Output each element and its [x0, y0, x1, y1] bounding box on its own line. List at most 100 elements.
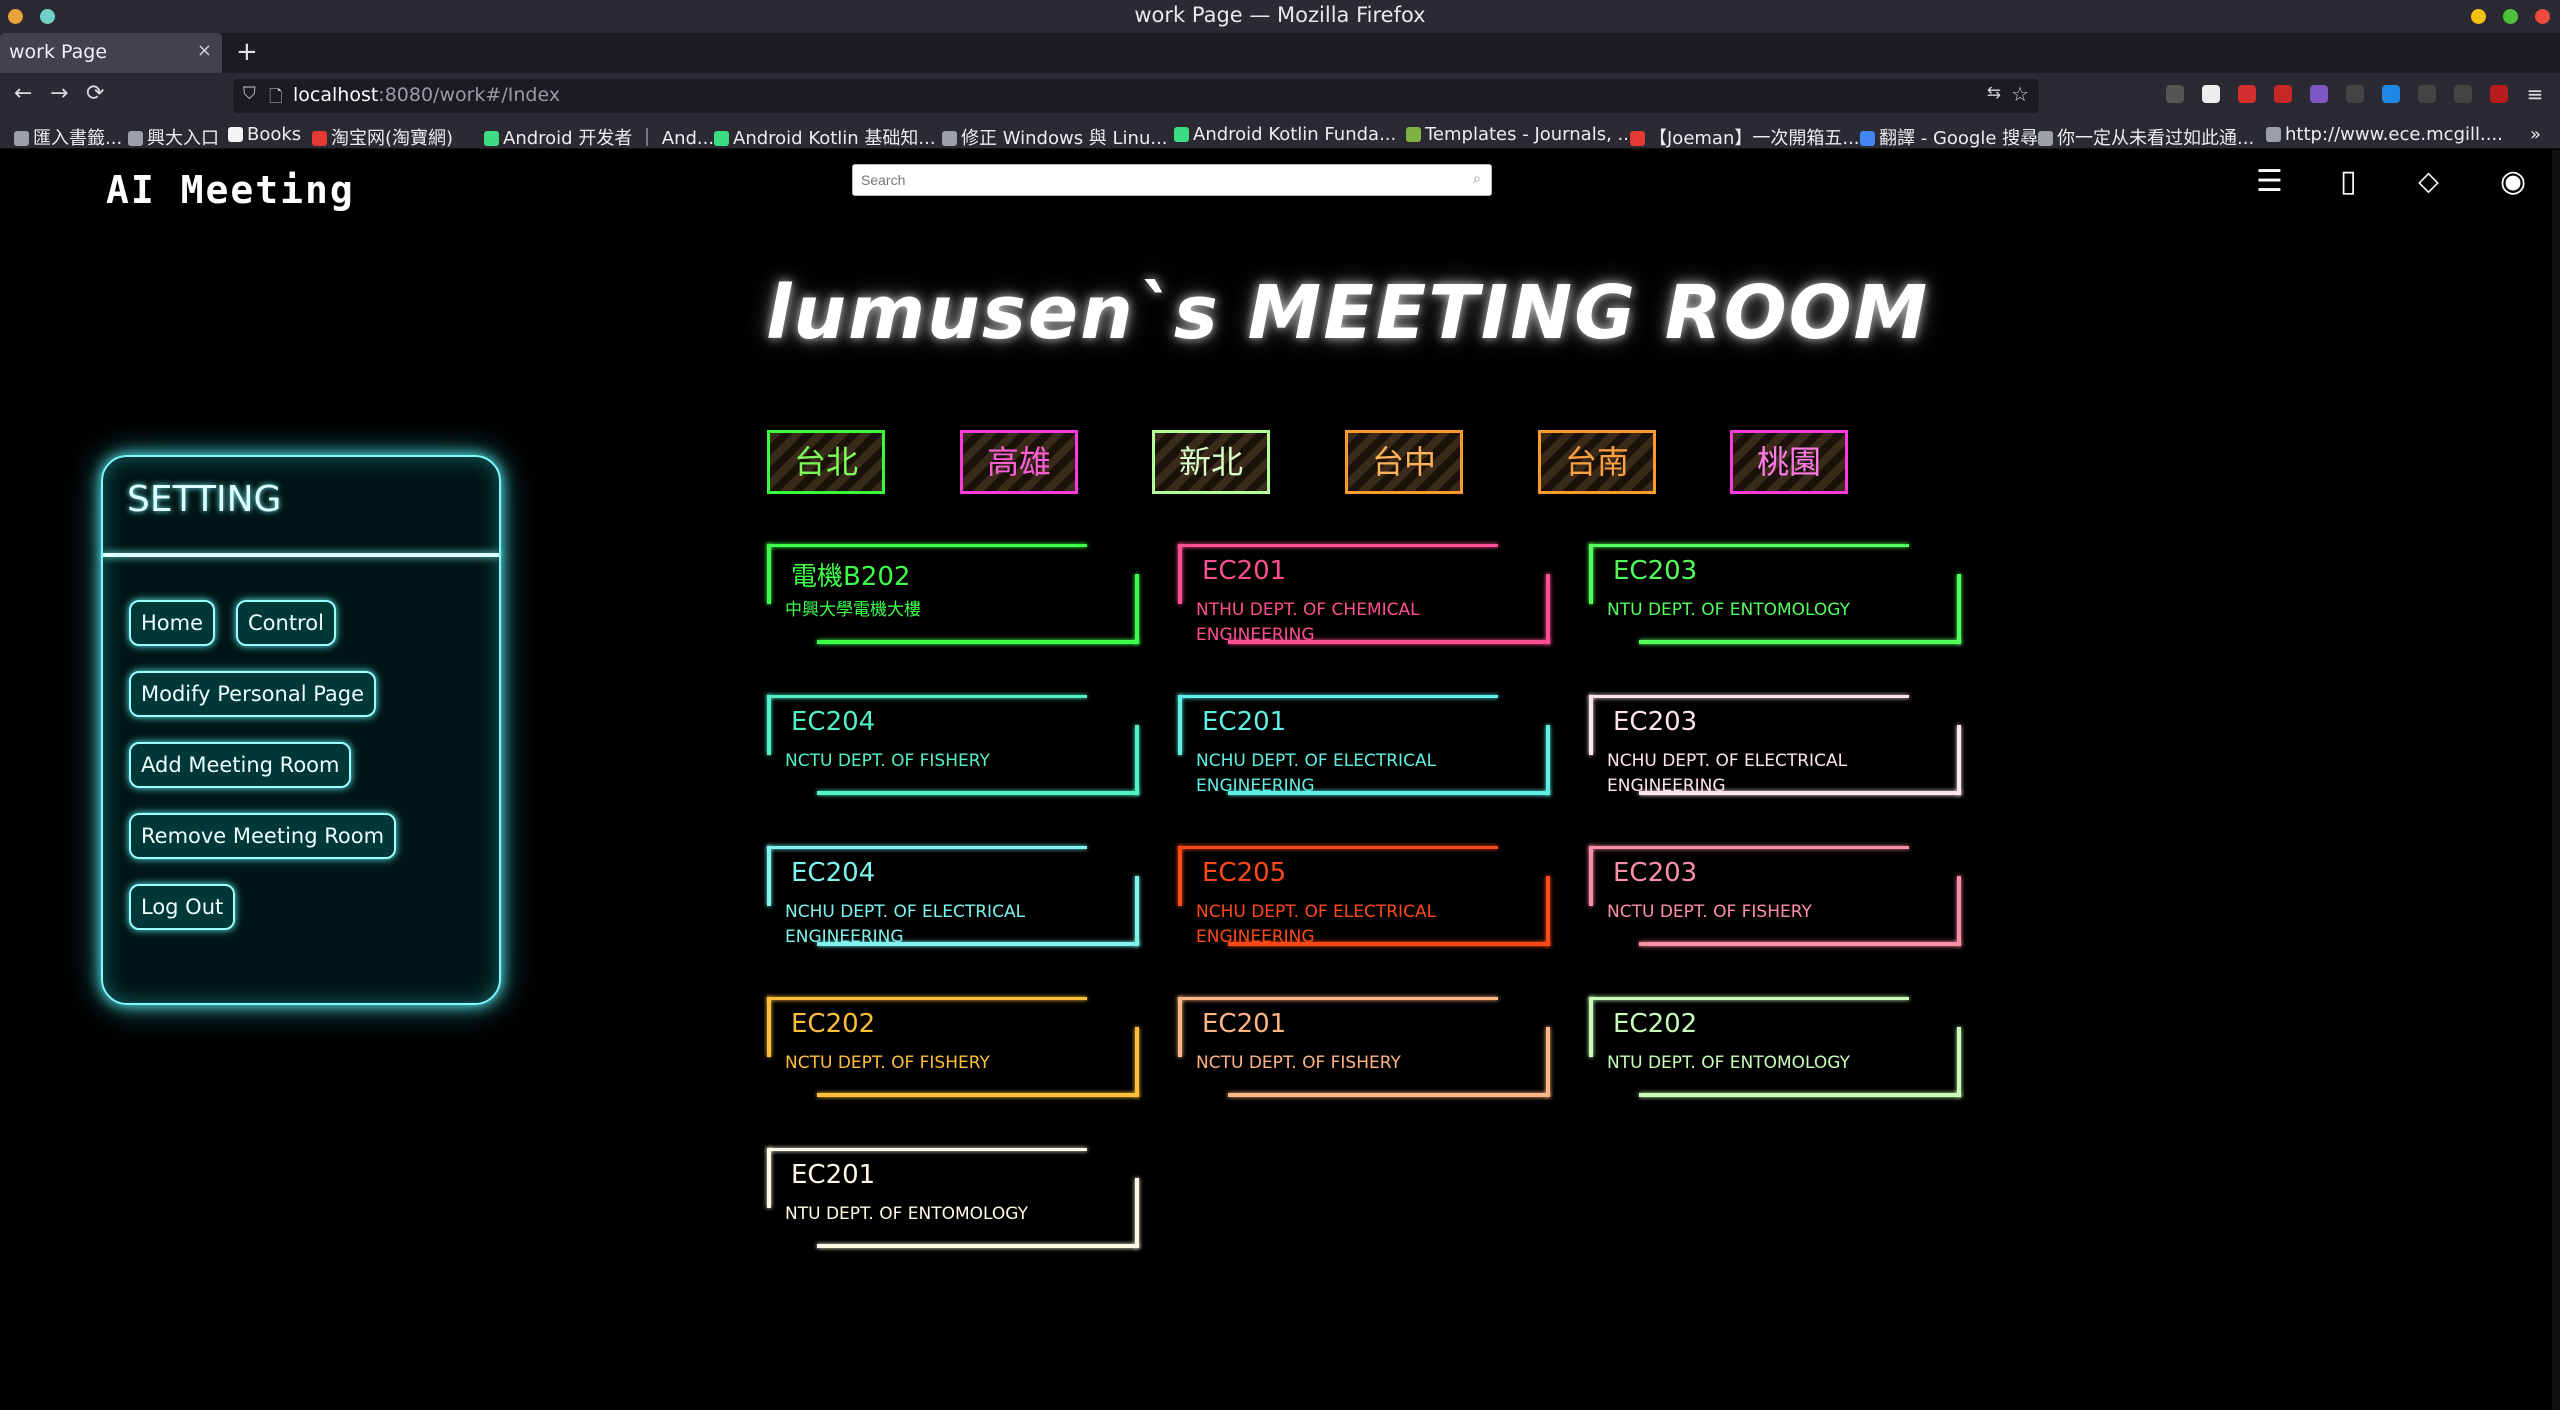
city-button-new-taipei[interactable]: 新北	[1152, 430, 1270, 494]
room-card[interactable]: EC205 NCHU DEPT. OF ELECTRICAL ENGINEERIN…	[1178, 846, 1550, 947]
log-out-button[interactable]: Log Out	[129, 884, 236, 930]
city-button-taichung[interactable]: 台中	[1345, 430, 1463, 494]
reload-button[interactable]: ⟳	[86, 81, 104, 106]
maximize-button[interactable]	[2503, 9, 2518, 24]
city-button-tainan[interactable]: 台南	[1538, 430, 1656, 494]
tab-close-icon[interactable]: ×	[197, 40, 212, 61]
bookmarks-overflow-icon[interactable]: »	[2530, 124, 2541, 145]
tab-work-page[interactable]: work Page ×	[0, 33, 222, 73]
room-card-border	[1178, 846, 1498, 849]
bookmark-star-icon[interactable]: ☆	[2011, 82, 2029, 106]
bookmark-label: 翻譯 - Google 搜尋	[1879, 128, 2039, 149]
page-title: lumusen`s MEETING ROOM	[766, 270, 1930, 356]
bookmark-item[interactable]: 【Joeman】一次開箱五...	[1630, 124, 1860, 150]
room-card[interactable]: EC203 NCHU DEPT. OF ELECTRICAL ENGINEERIN…	[1589, 695, 1961, 796]
extension-red-icon[interactable]	[2238, 85, 2256, 103]
room-location: NCTU DEPT. OF FISHERY	[1196, 1053, 1401, 1073]
page-info-icon[interactable]: 🗋	[269, 84, 283, 113]
pocket-icon[interactable]	[2166, 85, 2184, 103]
indent-list-icon[interactable]: ☰	[2256, 164, 2283, 199]
minimize-button[interactable]	[2471, 9, 2486, 24]
extension-ghost-icon[interactable]	[2418, 85, 2436, 103]
modify-personal-page-button[interactable]: Modify Personal Page	[129, 671, 377, 717]
url-bar[interactable]: ⛉ 🗋 localhost:8080/work#/Index ⇆ ☆	[233, 79, 2039, 113]
avatar[interactable]: ◉	[2500, 164, 2526, 199]
room-card[interactable]: EC201 NTHU DEPT. OF CHEMICAL ENGINEERING	[1178, 544, 1550, 645]
room-card-border	[767, 695, 771, 755]
room-card-border	[1135, 574, 1139, 644]
room-card[interactable]: EC201 NTU DEPT. OF ENTOMOLOGY	[767, 1148, 1139, 1248]
site-logo[interactable]: AI Meeting	[106, 168, 355, 212]
bookmark-item[interactable]: 翻譯 - Google 搜尋	[1860, 124, 2038, 150]
translate-icon[interactable]: ⇆	[1987, 83, 2001, 103]
search-icon[interactable]: ⌕	[1473, 171, 1481, 187]
room-name: EC205	[1202, 858, 1287, 888]
bookmark-item[interactable]: http://www.ece.mcgill....	[2266, 124, 2503, 145]
city-button-taipei[interactable]: 台北	[767, 430, 885, 494]
room-card-border	[1546, 1027, 1550, 1097]
menu-icon[interactable]: ≡	[2526, 84, 2544, 104]
room-card[interactable]: EC204 NCHU DEPT. OF ELECTRICAL ENGINEERIN…	[767, 846, 1139, 947]
bookmark-favicon	[128, 131, 143, 146]
bookmark-label: 淘宝网(淘寶網)	[331, 128, 454, 149]
city-button-kaohsiung[interactable]: 高雄	[960, 430, 1078, 494]
room-card-border	[767, 1148, 1087, 1151]
extension-dark-red-icon[interactable]	[2490, 85, 2508, 103]
forward-button[interactable]: →	[50, 81, 68, 106]
bookmark-item[interactable]: Books	[228, 124, 301, 145]
bookmark-label: 修正 Windows 與 Linu...	[961, 128, 1168, 149]
close-window-button[interactable]	[2535, 9, 2550, 24]
bookmark-label: Android 开发者 ｜ And...	[503, 128, 715, 149]
room-card-border	[1178, 695, 1498, 698]
bookmark-item[interactable]: Android Kotlin Funda...	[1174, 124, 1396, 145]
room-card[interactable]: 電機B202 中興大學電機大樓	[767, 544, 1139, 644]
scrollbar[interactable]	[2552, 150, 2560, 1410]
home-button[interactable]: Home	[129, 600, 216, 646]
control-button[interactable]: Control	[236, 600, 336, 646]
search-box[interactable]: ⌕	[852, 164, 1492, 196]
url-text[interactable]: localhost:8080/work#/Index	[293, 84, 560, 106]
room-card[interactable]: EC202 NCTU DEPT. OF FISHERY	[767, 997, 1139, 1097]
city-button-taoyuan[interactable]: 桃園	[1730, 430, 1848, 494]
bookmark-favicon	[2266, 127, 2281, 142]
room-card-border	[1589, 997, 1909, 1000]
bookmark-label: 你一定从未看过如此通...	[2057, 128, 2255, 149]
extension-translate-icon[interactable]	[2382, 85, 2400, 103]
room-location: NTU DEPT. OF ENTOMOLOGY	[1607, 1053, 1850, 1073]
room-card[interactable]: EC202 NTU DEPT. OF ENTOMOLOGY	[1589, 997, 1961, 1097]
remove-meeting-room-button[interactable]: Remove Meeting Room	[129, 813, 397, 859]
room-card[interactable]: EC203 NTU DEPT. OF ENTOMOLOGY	[1589, 544, 1961, 644]
bookmark-item[interactable]: 匯入書籤...	[14, 124, 122, 150]
room-name: EC201	[1202, 1009, 1287, 1039]
room-card[interactable]: EC203 NCTU DEPT. OF FISHERY	[1589, 846, 1961, 946]
back-button[interactable]: ←	[14, 81, 32, 106]
room-card[interactable]: EC201 NCTU DEPT. OF FISHERY	[1178, 997, 1550, 1097]
bookmark-item[interactable]: 你一定从未看过如此通...	[2038, 124, 2254, 150]
extension-badge-icon[interactable]	[2274, 85, 2292, 103]
new-tab-button[interactable]: +	[236, 37, 258, 67]
extension-sparkle-icon[interactable]	[2454, 85, 2472, 103]
room-card[interactable]: EC201 NCHU DEPT. OF ELECTRICAL ENGINEERIN…	[1178, 695, 1550, 796]
bookmark-item[interactable]: 淘宝网(淘寶網)	[312, 124, 453, 150]
shield-icon[interactable]: ⛉	[243, 84, 256, 104]
bookmark-item[interactable]: 興大入口	[128, 124, 219, 150]
room-card[interactable]: EC204 NCTU DEPT. OF FISHERY	[767, 695, 1139, 795]
bookmark-label: Android Kotlin 基础知...	[733, 128, 936, 149]
extension-gear-icon[interactable]	[2346, 85, 2364, 103]
bookmark-item[interactable]: Android 开发者 ｜ And...	[484, 124, 714, 150]
bookmark-favicon	[228, 127, 243, 142]
extension-purple-icon[interactable]	[2310, 85, 2328, 103]
bookmark-item[interactable]: 修正 Windows 與 Linu...	[942, 124, 1168, 150]
room-card-border	[1589, 544, 1909, 547]
tag-icon[interactable]: ⬦	[2418, 164, 2439, 199]
room-card-border	[1178, 997, 1498, 1000]
room-card-border	[1957, 574, 1961, 644]
search-input[interactable]	[861, 168, 1451, 192]
extension-l-icon[interactable]	[2202, 85, 2220, 103]
room-card-border	[1589, 544, 1593, 604]
bookmark-item[interactable]: Android Kotlin 基础知...	[714, 124, 936, 150]
bookmark-icon[interactable]: ▯	[2340, 164, 2357, 199]
room-card-border	[1957, 725, 1961, 795]
bookmark-item[interactable]: Templates - Journals, ...	[1406, 124, 1635, 145]
add-meeting-room-button[interactable]: Add Meeting Room	[129, 742, 352, 788]
